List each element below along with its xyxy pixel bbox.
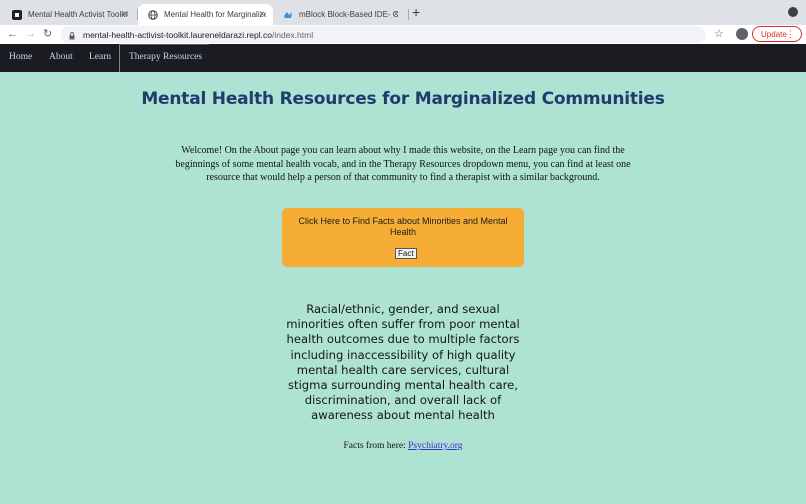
- source-line: Facts from here: Psychiatry.org: [0, 441, 806, 451]
- mblock-icon: [283, 10, 293, 20]
- address-bar[interactable]: mental-health-activist-toolkit.laureneld…: [61, 26, 706, 43]
- globe-icon: [148, 9, 158, 20]
- source-prefix: Facts from here:: [343, 441, 409, 451]
- tab-title: Mental Health for Marginalized: [164, 10, 266, 19]
- forward-button[interactable]: →: [25, 26, 36, 42]
- browser-toolbar: ← → ↻ mental-health-activist-toolkit.lau…: [0, 25, 806, 44]
- tab-title: mBlock Block-Based IDE- Cod: [299, 10, 399, 19]
- fact-box: Click Here to Find Facts about Minoritie…: [282, 208, 524, 267]
- menu-dots-icon[interactable]: ⋮: [786, 28, 795, 40]
- close-icon[interactable]: ×: [259, 9, 265, 20]
- page-title: Mental Health Resources for Marginalized…: [141, 89, 665, 109]
- source-link[interactable]: Psychiatry.org: [408, 441, 462, 451]
- tab-mblock[interactable]: mBlock Block-Based IDE- Cod ×: [273, 4, 407, 25]
- url-path: /index.html: [271, 29, 314, 40]
- bookmark-star-icon[interactable]: ☆: [714, 27, 724, 41]
- update-button[interactable]: Update ⋮: [752, 26, 802, 42]
- nav-home[interactable]: Home: [9, 44, 32, 72]
- tab-separator: [408, 9, 409, 20]
- update-label: Update: [761, 29, 787, 39]
- reload-button[interactable]: ↻: [43, 26, 52, 42]
- tab-title: Mental Health Activist Toolkit: [28, 10, 128, 19]
- back-button[interactable]: ←: [7, 26, 18, 42]
- fact-button[interactable]: Fact: [395, 248, 417, 259]
- site-nav: Home About Learn Therapy Resources: [0, 44, 806, 72]
- lock-icon: [69, 31, 75, 39]
- nav-about[interactable]: About: [49, 44, 73, 72]
- browser-tab-strip: Mental Health Activist Toolkit × Mental …: [0, 0, 806, 25]
- welcome-text: Welcome! On the About page you can learn…: [175, 145, 631, 183]
- nav-therapy-resources[interactable]: Therapy Resources: [119, 44, 212, 72]
- nav-learn[interactable]: Learn: [89, 44, 111, 72]
- url-host: mental-health-activist-toolkit.laureneld…: [83, 29, 272, 40]
- profile-avatar-icon[interactable]: [736, 28, 748, 40]
- close-icon[interactable]: ×: [393, 9, 399, 20]
- close-icon[interactable]: ×: [122, 9, 128, 20]
- tab-marginalized[interactable]: Mental Health for Marginalized ×: [138, 4, 273, 25]
- tab-search-icon[interactable]: [788, 7, 798, 17]
- new-tab-button[interactable]: +: [412, 5, 420, 19]
- tab-activist-toolkit[interactable]: Mental Health Activist Toolkit ×: [2, 4, 136, 25]
- fact-text: Racial/ethnic, gender, and sexual minori…: [286, 302, 520, 423]
- replit-icon: [12, 9, 22, 20]
- fact-prompt: Click Here to Find Facts about Minoritie…: [298, 216, 508, 237]
